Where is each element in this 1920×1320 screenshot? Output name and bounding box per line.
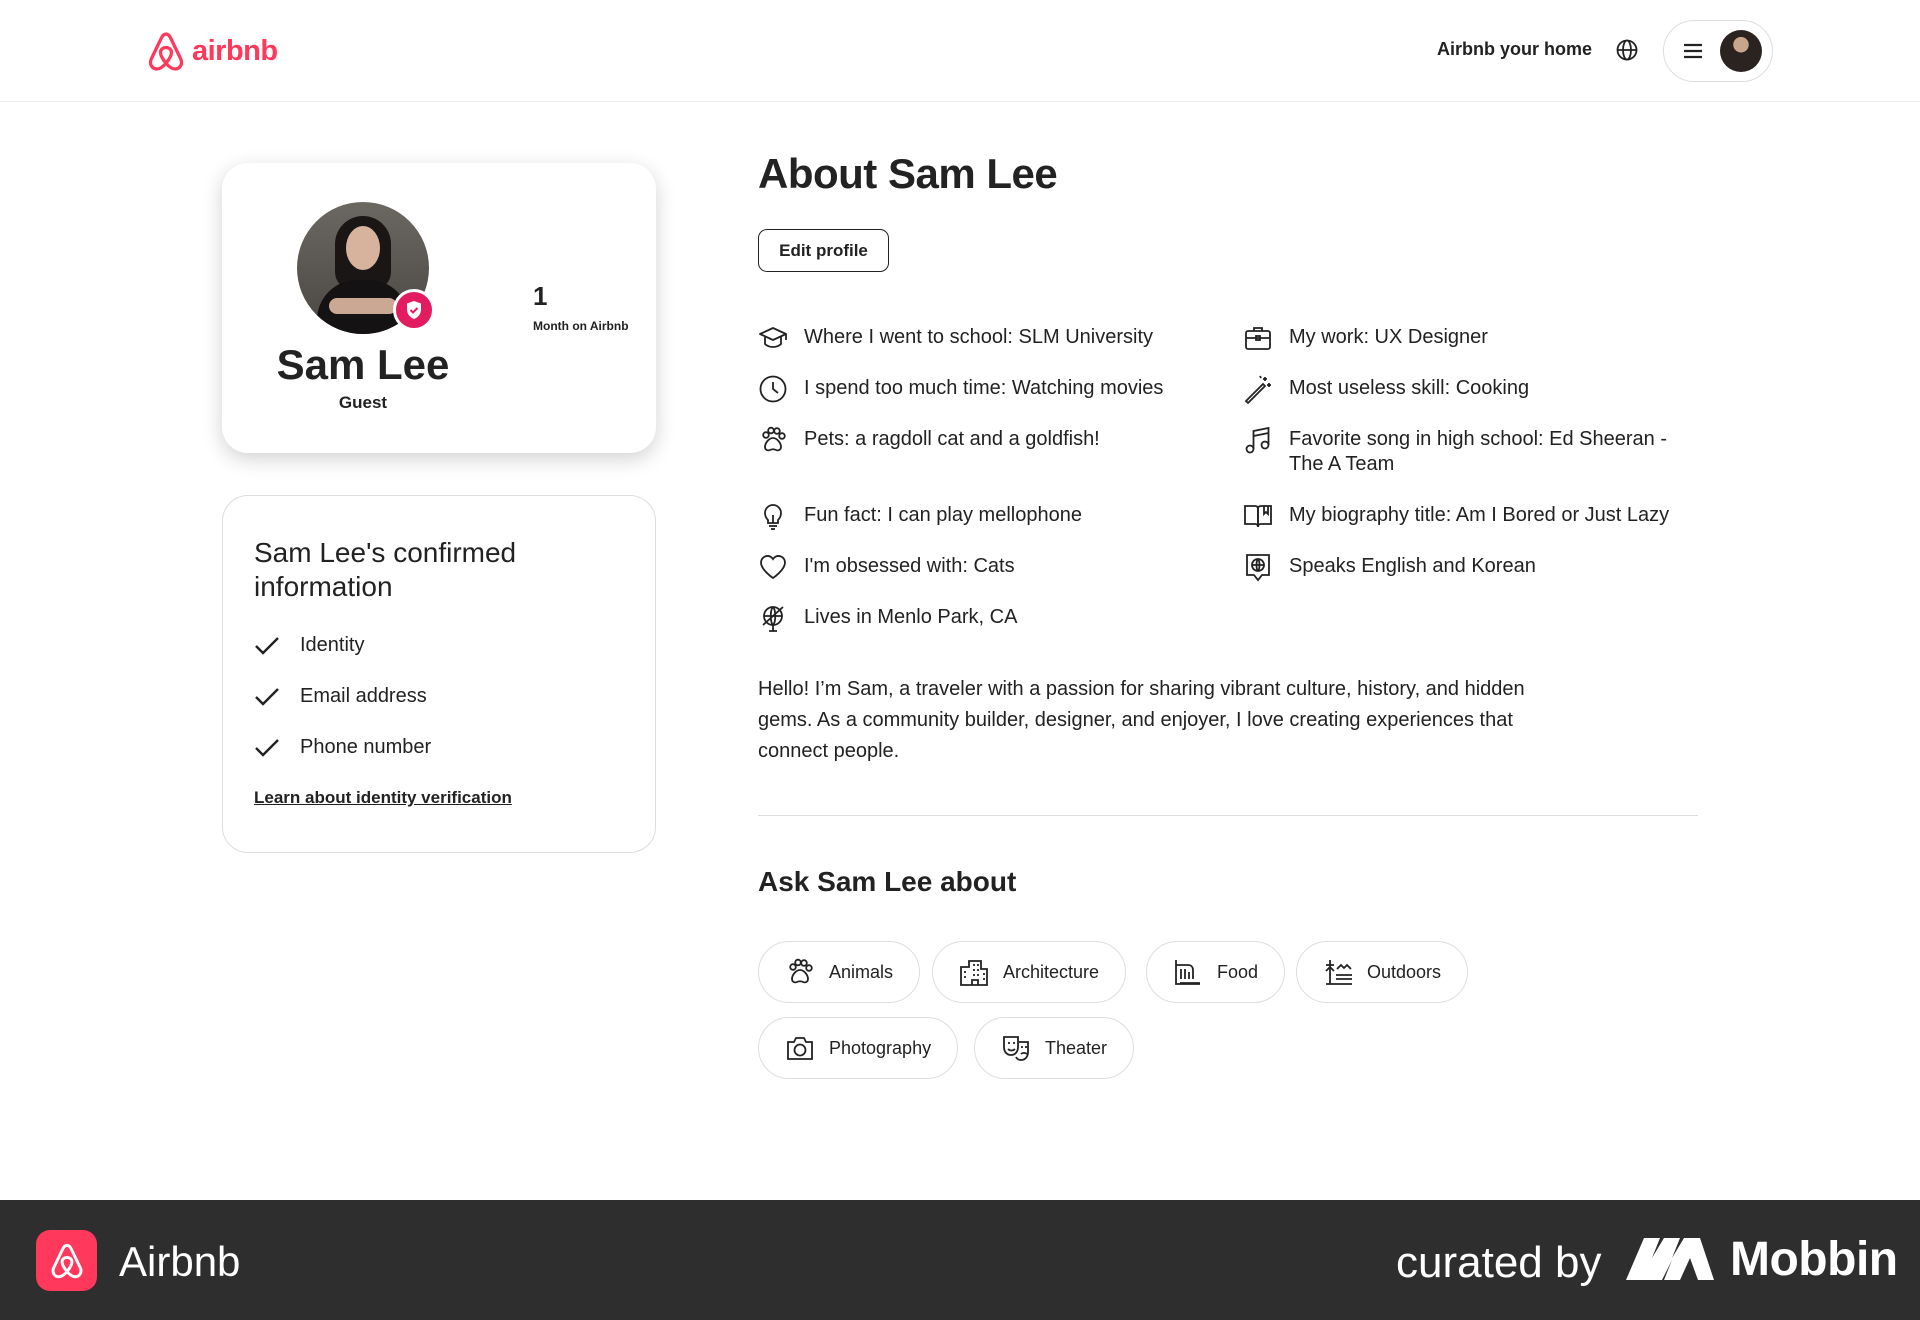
checkmark-icon — [255, 636, 279, 655]
theater-masks-icon — [1003, 1036, 1029, 1061]
months-on-airbnb-value: 1 — [533, 281, 548, 311]
footer-brand: Mobbin — [1730, 1233, 1898, 1286]
section-divider — [758, 815, 1698, 816]
outdoors-icon — [1325, 960, 1352, 985]
confirmed-item-label: Phone number — [300, 736, 432, 758]
about-title: About Sam Lee — [758, 150, 1058, 197]
airbnb-app-icon — [36, 1230, 97, 1291]
chip-food[interactable]: Food — [1146, 941, 1286, 1003]
confirmed-information-title: Sam Lee's confirmed information — [254, 537, 517, 602]
profile-role: Guest — [338, 393, 388, 412]
checkmark-icon — [255, 738, 279, 757]
lightbulb-icon — [764, 504, 782, 530]
chip-photography[interactable]: Photography — [758, 1017, 959, 1079]
fact-item: Speaks English and Korean — [1243, 554, 1689, 582]
fact-text: Most useless skill: Cooking — [1289, 377, 1530, 399]
airbnb-your-home-link[interactable]: Airbnb your home — [1437, 39, 1592, 60]
fact-text: My work: UX Designer — [1289, 326, 1488, 348]
camera-icon — [787, 1037, 813, 1060]
confirmed-information-card: Sam Lee's confirmed information Identity… — [222, 495, 656, 853]
fact-item: Lives in Menlo Park, CA — [758, 605, 1204, 633]
confirmed-item: Phone number — [254, 736, 431, 759]
paw-icon — [762, 426, 786, 452]
fact-text: I spend too much time: Watching movies — [804, 377, 1164, 399]
fact-item: Pets: a ragdoll cat and a goldfish! — [758, 426, 1204, 455]
months-on-airbnb-label: Month on Airbnb — [533, 319, 629, 333]
airbnb-logo-icon — [51, 1243, 82, 1278]
fact-item: I'm obsessed with: Cats — [758, 554, 1204, 582]
chip-label: Architecture — [1003, 961, 1100, 982]
fact-item: My biography title: Am I Bored or Just L… — [1243, 503, 1689, 531]
chip-theater[interactable]: Theater — [974, 1017, 1135, 1079]
fact-text: Where I went to school: SLM University — [804, 326, 1154, 348]
location-globe-icon — [762, 606, 784, 632]
fact-item: I spend too much time: Watching movies — [758, 375, 1204, 404]
learn-identity-verification-link[interactable]: Learn about identity verification — [254, 788, 512, 808]
music-note-icon — [1245, 426, 1270, 454]
magic-wand-icon — [1244, 375, 1271, 404]
globe-icon[interactable] — [1615, 38, 1639, 62]
checkmark-icon — [255, 687, 279, 706]
confirmed-item: Email address — [254, 685, 427, 708]
avatar — [1720, 30, 1762, 72]
profile-name: Sam Lee — [276, 341, 450, 388]
paw-icon — [789, 958, 813, 984]
fact-text: Fun fact: I can play mellophone — [804, 504, 1082, 526]
fact-text: Favorite song in high school: Ed Sheeran… — [1289, 428, 1667, 475]
edit-profile-button[interactable]: Edit profile — [758, 229, 889, 272]
fact-text: My biography title: Am I Bored or Just L… — [1289, 504, 1670, 526]
briefcase-icon — [1245, 327, 1271, 350]
fact-item: Favorite song in high school: Ed Sheeran… — [1243, 426, 1689, 477]
fact-text: I'm obsessed with: Cats — [804, 555, 1015, 577]
building-icon — [960, 960, 988, 986]
heart-icon — [760, 555, 786, 580]
fact-item: Where I went to school: SLM University — [758, 325, 1204, 353]
fact-text: Lives in Menlo Park, CA — [804, 606, 1018, 628]
chip-architecture[interactable]: Architecture — [932, 941, 1127, 1003]
book-icon — [1244, 505, 1272, 528]
chip-label: Outdoors — [1367, 961, 1442, 982]
mobbin-logo-icon — [1626, 1238, 1714, 1280]
chip-label: Theater — [1045, 1037, 1108, 1058]
fact-text: Pets: a ragdoll cat and a goldfish! — [804, 428, 1100, 450]
fact-item: My work: UX Designer — [1243, 325, 1689, 353]
menu-icon — [1684, 43, 1702, 59]
shield-check-icon — [407, 301, 421, 319]
food-icon — [1175, 960, 1200, 985]
fact-item: Most useless skill: Cooking — [1243, 375, 1689, 404]
confirmed-item-label: Identity — [300, 634, 365, 656]
footer-curated-by: curated by — [1396, 1238, 1602, 1287]
fact-item: Fun fact: I can play mellophone — [758, 503, 1204, 531]
ask-about-title: Ask Sam Lee about — [758, 866, 1017, 897]
bio-text: Hello! I’m Sam, a traveler with a passio… — [758, 678, 1525, 762]
user-menu-button[interactable] — [1663, 20, 1773, 82]
clock-icon — [759, 375, 787, 403]
school-icon — [759, 327, 787, 348]
chip-animals[interactable]: Animals — [758, 941, 921, 1003]
chip-label: Animals — [829, 961, 894, 982]
airbnb-logo[interactable]: airbnb — [146, 30, 278, 73]
top-navigation-bar: airbnb Airbnb your home — [0, 0, 1920, 102]
confirmed-item: Identity — [254, 634, 364, 657]
logo-wordmark: airbnb — [192, 35, 278, 67]
mobbin-footer: Airbnb curated by Mobbin — [0, 1200, 1920, 1320]
confirmed-item-label: Email address — [300, 685, 427, 707]
fact-text: Speaks English and Korean — [1289, 555, 1536, 577]
speech-globe-icon — [1246, 554, 1270, 582]
airbnb-logo-icon — [148, 32, 184, 71]
chip-label: Food — [1217, 961, 1259, 982]
chip-outdoors[interactable]: Outdoors — [1296, 941, 1469, 1003]
footer-app-name: Airbnb — [119, 1238, 241, 1285]
profile-card: Sam Lee Guest 1 Month on Airbnb — [222, 163, 656, 453]
chip-label: Photography — [829, 1037, 932, 1058]
verified-badge — [393, 289, 435, 331]
